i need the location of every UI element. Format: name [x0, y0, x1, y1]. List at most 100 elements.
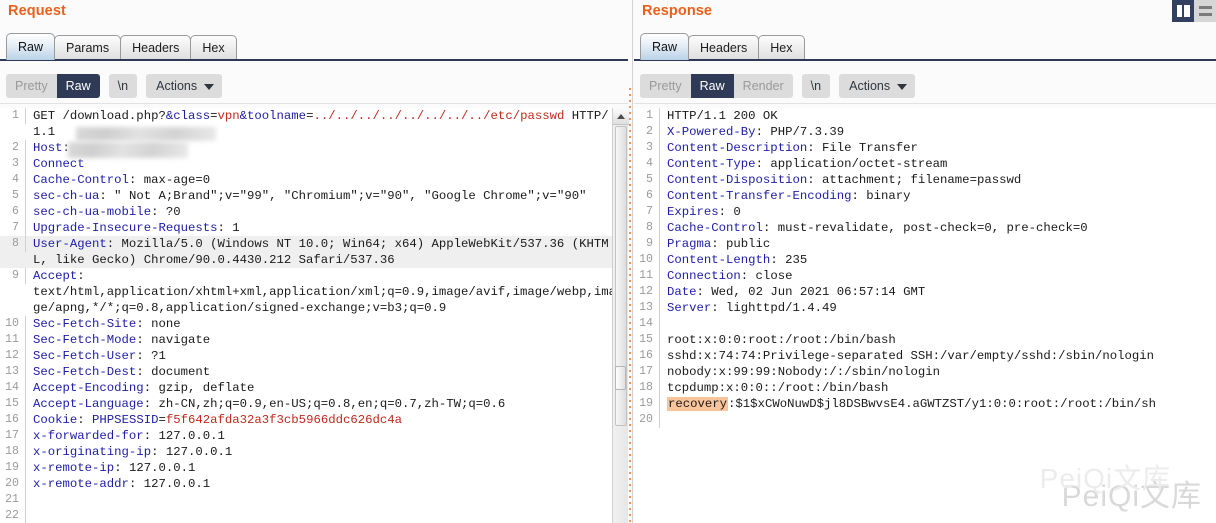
response-newline-button[interactable]: \n — [802, 74, 830, 98]
code-token: Expires — [667, 205, 719, 219]
code-token: : none — [136, 317, 180, 331]
code-token: tcpdump:x:0:0::/root:/bin/bash — [667, 381, 888, 395]
split-view-button[interactable] — [1172, 0, 1194, 22]
response-tabstrip-underline — [634, 59, 1216, 61]
request-scrollbar-grip[interactable] — [615, 366, 626, 390]
code-token: = — [158, 413, 165, 427]
code-text: Sec-Fetch-Mode: navigate — [26, 332, 620, 348]
code-text: Content-Disposition: attachment; filenam… — [660, 172, 1216, 188]
line-number: 8 — [634, 220, 660, 236]
line-number: 20 — [634, 412, 660, 428]
line-number: 12 — [634, 284, 660, 300]
code-line: 2Host: — [0, 140, 620, 156]
response-toolbar-separator — [634, 103, 1216, 104]
code-text: Expires: 0 — [660, 204, 1216, 220]
code-text: Content-Transfer-Encoding: binary — [660, 188, 1216, 204]
code-text: Content-Description: File Transfer — [660, 140, 1216, 156]
code-text: GET /download.php?&class=vpn&toolname=..… — [26, 108, 620, 140]
response-tab-hex[interactable]: Hex — [758, 35, 804, 60]
code-token: : close — [741, 269, 793, 283]
request-tab-params[interactable]: Params — [54, 35, 121, 60]
code-token: Connection — [667, 269, 741, 283]
scroll-up-arrow-icon[interactable] — [613, 108, 629, 125]
line-number: 2 — [0, 140, 26, 156]
code-token: Sec-Fetch-Site — [33, 317, 136, 331]
response-actions-label: Actions — [849, 79, 890, 93]
code-token: : must-revalidate, post-check=0, pre-che… — [763, 221, 1088, 235]
code-token: : binary — [851, 189, 910, 203]
request-actions-button[interactable]: Actions — [146, 74, 222, 98]
line-number: 6 — [0, 204, 26, 220]
response-view-mode-group: Pretty Raw Render — [640, 74, 793, 98]
code-token: Content-Description — [667, 141, 807, 155]
code-token: &class — [166, 109, 210, 123]
request-toolbar: Pretty Raw \n Actions — [6, 74, 231, 98]
response-actions-button[interactable]: Actions — [839, 74, 915, 98]
code-token: : — [63, 141, 78, 155]
code-token: : ?0 — [151, 205, 181, 219]
line-number: 11 — [0, 332, 26, 348]
code-line: 20x-remote-addr: 127.0.0.1 — [0, 476, 620, 492]
response-raw-button[interactable]: Raw — [691, 74, 734, 98]
code-text: sshd:x:74:74:Privilege-separated SSH:/va… — [660, 348, 1216, 364]
response-render-button[interactable]: Render — [734, 74, 793, 98]
code-line: 6Content-Transfer-Encoding: binary — [634, 188, 1216, 204]
line-number: 22 — [0, 508, 26, 523]
code-token: Accept-Encoding — [33, 381, 144, 395]
request-newline-button[interactable]: \n — [109, 74, 137, 98]
line-number: 1 — [634, 108, 660, 124]
line-number: 19 — [634, 396, 660, 412]
code-text: recovery:$1$xCWoNuwD$jl8DSBwvsE4.aGWTZST… — [660, 396, 1216, 412]
response-editor[interactable]: 1HTTP/1.1 200 OK2X-Powered-By: PHP/7.3.3… — [634, 108, 1216, 523]
line-number: 17 — [0, 428, 26, 444]
code-text: Content-Type: application/octet-stream — [660, 156, 1216, 172]
code-token: Content-Type — [667, 157, 756, 171]
line-number: 14 — [634, 316, 660, 332]
response-tab-raw[interactable]: Raw — [640, 33, 689, 60]
list-view-button[interactable] — [1194, 0, 1216, 22]
response-pretty-button[interactable]: Pretty — [640, 74, 691, 98]
code-line: 3Content-Description: File Transfer — [634, 140, 1216, 156]
code-token: Accept-Language — [33, 397, 144, 411]
code-text: Cache-Control: must-revalidate, post-che… — [660, 220, 1216, 236]
code-token: Sec-Fetch-Mode — [33, 333, 136, 347]
request-pretty-button[interactable]: Pretty — [6, 74, 57, 98]
code-token: : ?1 — [136, 349, 166, 363]
code-line: 13Sec-Fetch-Dest: document — [0, 364, 620, 380]
code-token: x-remote-ip — [33, 461, 114, 475]
code-token: Accept — [33, 269, 77, 283]
line-number: 9 — [634, 236, 660, 252]
request-editor[interactable]: 1GET /download.php?&class=vpn&toolname=.… — [0, 108, 620, 523]
code-token: : lighttpd/1.4.49 — [711, 301, 836, 315]
code-text: HTTP/1.1 200 OK — [660, 108, 1216, 124]
line-number: 17 — [634, 364, 660, 380]
line-number: 2 — [634, 124, 660, 140]
code-text: Sec-Fetch-Site: none — [26, 316, 620, 332]
code-token: x-originating-ip — [33, 445, 151, 459]
code-token: : gzip, deflate — [144, 381, 255, 395]
code-token: : max-age=0 — [129, 173, 210, 187]
code-token: : 127.0.0.1 — [114, 461, 195, 475]
response-tabstrip: Raw Headers Hex — [640, 33, 804, 60]
line-number: 4 — [0, 172, 26, 188]
code-line: 1HTTP/1.1 200 OK — [634, 108, 1216, 124]
code-text: Accept-Language: zh-CN,zh;q=0.9,en-US;q=… — [26, 396, 620, 412]
code-line: 1GET /download.php?&class=vpn&toolname=.… — [0, 108, 620, 140]
code-line: 10Content-Length: 235 — [634, 252, 1216, 268]
code-line: 9Accept: text/html,application/xhtml+xml… — [0, 268, 620, 316]
panel-divider-line — [632, 0, 633, 523]
request-scrollbar[interactable] — [612, 108, 628, 523]
response-tab-headers[interactable]: Headers — [688, 35, 759, 60]
code-token: = — [210, 109, 217, 123]
code-line: 21 — [0, 492, 620, 508]
request-raw-button[interactable]: Raw — [57, 74, 100, 98]
code-token: : public — [711, 237, 770, 251]
code-line: 3Connect — [0, 156, 620, 172]
request-tab-headers[interactable]: Headers — [120, 35, 191, 60]
request-tab-hex[interactable]: Hex — [190, 35, 236, 60]
request-tab-raw[interactable]: Raw — [6, 33, 55, 60]
code-token: Pragma — [667, 237, 711, 251]
code-token: Content-Transfer-Encoding — [667, 189, 851, 203]
code-token: sshd:x:74:74:Privilege-separated SSH:/va… — [667, 349, 1154, 363]
code-line: 5Content-Disposition: attachment; filena… — [634, 172, 1216, 188]
